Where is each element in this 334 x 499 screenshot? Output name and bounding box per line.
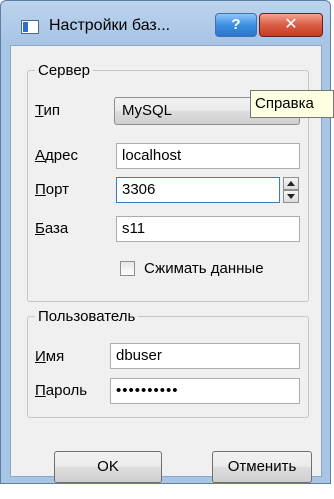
cancel-button[interactable]: Отменить	[212, 451, 312, 483]
ok-button[interactable]: OK	[54, 451, 162, 483]
port-stepper[interactable]	[283, 177, 299, 203]
close-button[interactable]: ✕	[259, 13, 323, 37]
database-label: База	[35, 220, 69, 237]
arrow-down-icon	[287, 194, 295, 199]
type-select-value: MySQL	[122, 102, 173, 119]
server-group-title: Сервер	[38, 62, 91, 79]
name-label: Имя	[35, 348, 65, 365]
settings-dialog: Настройки баз... ? ✕ Сервер Тип MySQL Ад…	[0, 0, 331, 484]
username-input[interactable]: dbuser	[110, 343, 300, 369]
user-group-title: Пользователь	[38, 308, 136, 325]
title-bar[interactable]: Настройки баз... ? ✕	[1, 1, 330, 45]
address-label: Адрес	[35, 147, 78, 164]
password-label: Пароль	[35, 382, 88, 399]
window-title: Настройки баз...	[49, 17, 171, 34]
arrow-up-icon	[287, 181, 295, 186]
compress-checkbox[interactable]	[120, 261, 135, 276]
port-decrement-button[interactable]	[283, 190, 299, 203]
compress-label[interactable]: Сжимать данные	[144, 260, 264, 277]
help-tooltip: Справка	[250, 90, 334, 118]
port-increment-button[interactable]	[283, 177, 299, 190]
database-input[interactable]: s11	[116, 216, 300, 242]
port-input[interactable]: 3306	[116, 177, 280, 203]
port-label: Порт	[35, 181, 70, 198]
address-input[interactable]: localhost	[116, 143, 300, 169]
help-button[interactable]: ?	[215, 13, 257, 37]
type-label: Тип	[35, 102, 61, 119]
app-window-icon	[21, 20, 39, 34]
password-input[interactable]: ••••••••••	[110, 378, 300, 404]
